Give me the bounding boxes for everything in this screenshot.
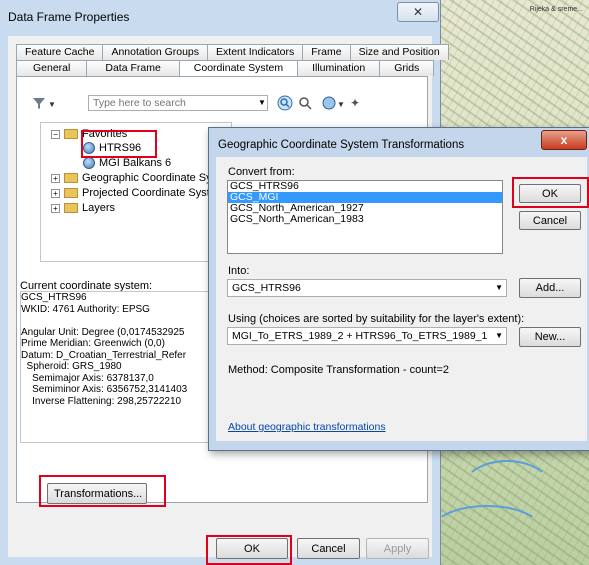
tab-extent-indicators[interactable]: Extent Indicators: [207, 44, 304, 60]
gcs-ok-button[interactable]: OK: [519, 184, 581, 203]
into-select[interactable]: GCS_HTRS96 ▼: [227, 279, 507, 297]
using-label: Using (choices are sorted by suitability…: [228, 313, 525, 325]
tab-feature-cache[interactable]: Feature Cache: [16, 44, 104, 60]
add-button[interactable]: Add...: [519, 278, 581, 298]
tree-item-layers[interactable]: + Layers: [51, 201, 115, 215]
into-label: Into:: [228, 265, 250, 277]
tree-label: Projected Coordinate Syste: [82, 187, 216, 199]
folder-icon: [64, 173, 78, 183]
folder-icon: [64, 203, 78, 213]
tree-label: Layers: [82, 202, 116, 214]
tab-general[interactable]: General: [16, 60, 88, 76]
tab-annotation-groups[interactable]: Annotation Groups: [102, 44, 209, 60]
star-add-icon[interactable]: ✦: [346, 94, 364, 112]
tab-frame[interactable]: Frame: [302, 44, 351, 60]
method-text: Method: Composite Transformation - count…: [228, 364, 450, 376]
tab-size-and-position[interactable]: Size and Position: [349, 44, 449, 60]
chevron-down-icon: ▼: [495, 283, 503, 292]
spatial-search-icon[interactable]: [296, 94, 314, 112]
tree-item-htrs96[interactable]: HTRS96: [83, 141, 141, 155]
chevron-down-icon[interactable]: ▼: [258, 95, 270, 111]
new-button[interactable]: New...: [519, 327, 581, 347]
convert-from-list[interactable]: GCS_HTRS96 GCS_MGI GCS_North_American_19…: [227, 180, 503, 254]
expand-icon[interactable]: +: [51, 173, 60, 183]
tree-item-favorites[interactable]: − Favorites: [51, 127, 127, 141]
coordinate-system-tree: − Favorites HTRS96 MGI Balkans 6 + Geogr…: [40, 122, 232, 262]
tree-item-projected[interactable]: + Projected Coordinate Syste: [51, 186, 216, 200]
globe-icon: [83, 157, 95, 169]
svg-text:▼: ▼: [337, 100, 345, 109]
tree-label: Favorites: [82, 128, 128, 140]
ok-button[interactable]: OK: [216, 538, 288, 559]
svg-text:▼: ▼: [48, 100, 56, 109]
convert-from-label: Convert from:: [228, 166, 295, 178]
tree-item-mgi-balkans6[interactable]: MGI Balkans 6: [83, 156, 171, 170]
dialog-title: Data Frame Properties: [8, 10, 130, 24]
close-button[interactable]: ✕: [397, 2, 439, 22]
folder-icon: [64, 129, 78, 139]
gcs-cancel-button[interactable]: Cancel: [519, 211, 581, 230]
globe-add-icon[interactable]: ▼: [320, 94, 345, 112]
transformations-button[interactable]: Transformations...: [47, 483, 147, 504]
filter-icon[interactable]: ▼: [30, 95, 58, 111]
tree-label: HTRS96: [99, 142, 142, 154]
tree-label: Geographic Coordinate Sys: [82, 172, 218, 184]
about-transformations-link[interactable]: About geographic transformations: [228, 421, 386, 433]
chevron-down-icon: ▼: [495, 331, 503, 340]
expand-icon[interactable]: +: [51, 203, 60, 213]
tree-label: MGI Balkans 6: [99, 157, 172, 169]
using-select[interactable]: MGI_To_ETRS_1989_2 + HTRS96_To_ETRS_1989…: [227, 327, 507, 345]
using-value: MGI_To_ETRS_1989_2 + HTRS96_To_ETRS_1989…: [232, 330, 488, 342]
tab-data-frame[interactable]: Data Frame: [86, 60, 180, 76]
list-item[interactable]: GCS_North_American_1983: [228, 214, 502, 225]
search-input[interactable]: [88, 95, 268, 111]
map-label: Rijeka & sreme...: [529, 6, 583, 13]
current-coordinate-system-details: GCS_HTRS96 WKID: 4761 Authority: EPSG An…: [20, 291, 232, 443]
close-button[interactable]: x: [541, 130, 587, 150]
river-line: [430, 505, 544, 559]
apply-button[interactable]: Apply: [366, 538, 429, 559]
search-icon[interactable]: [276, 94, 294, 112]
tab-row-1: Feature Cache Annotation Groups Extent I…: [16, 44, 449, 60]
tab-grids[interactable]: Grids: [379, 60, 435, 76]
cancel-button[interactable]: Cancel: [297, 538, 360, 559]
tree-item-geographic[interactable]: + Geographic Coordinate Sys: [51, 171, 217, 185]
into-value: GCS_HTRS96: [232, 282, 301, 294]
expand-icon[interactable]: +: [51, 188, 60, 198]
collapse-icon[interactable]: −: [51, 129, 60, 139]
tab-illumination[interactable]: Illumination: [297, 60, 381, 76]
folder-icon: [64, 188, 78, 198]
dialog-title: Geographic Coordinate System Transformat…: [218, 139, 465, 151]
globe-icon: [83, 142, 95, 154]
tab-row-2: General Data Frame Coordinate System Ill…: [16, 60, 435, 78]
